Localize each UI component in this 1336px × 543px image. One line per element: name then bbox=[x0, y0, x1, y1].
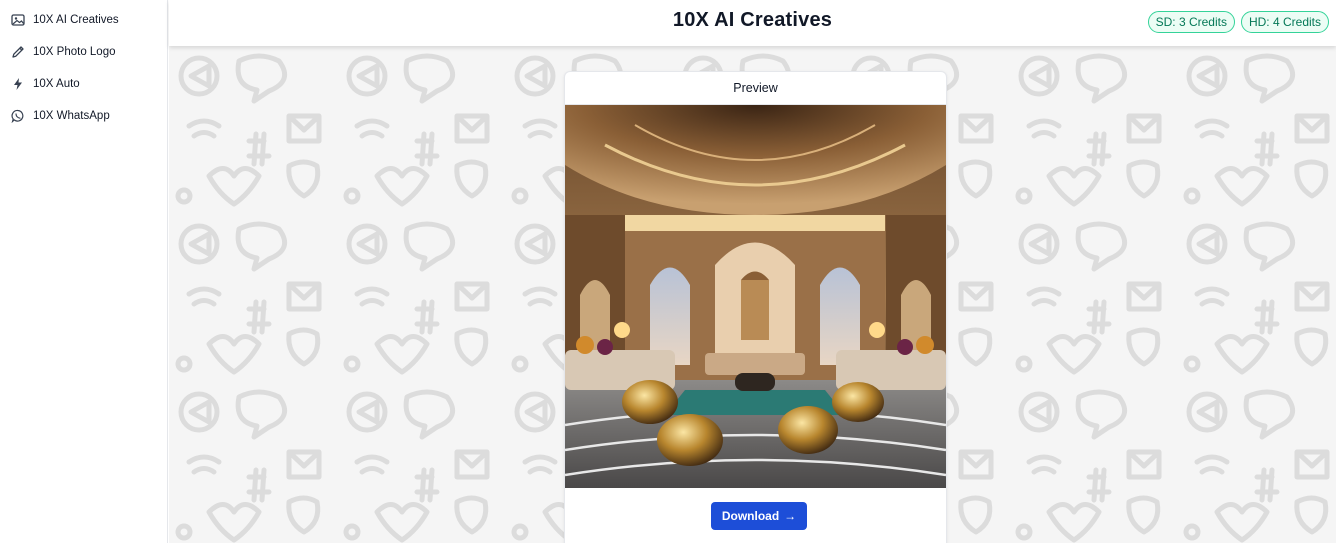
whatsapp-icon bbox=[11, 109, 25, 123]
sidebar-item-label: 10X AI Creatives bbox=[33, 14, 119, 26]
preview-card: Preview Download → bbox=[564, 71, 947, 543]
credit-badges: SD: 3 Credits HD: 4 Credits bbox=[1147, 11, 1329, 33]
sd-credits-badge[interactable]: SD: 3 Credits bbox=[1147, 11, 1235, 33]
sidebar-item-label: 10X WhatsApp bbox=[33, 110, 110, 122]
sidebar: 10X AI Creatives 10X Photo Logo 10X Auto… bbox=[0, 0, 168, 543]
sidebar-item-photo-logo[interactable]: 10X Photo Logo bbox=[0, 36, 167, 68]
arrow-right-icon: → bbox=[784, 509, 797, 523]
sidebar-item-ai-creatives[interactable]: 10X AI Creatives bbox=[0, 4, 167, 36]
download-button[interactable]: Download → bbox=[711, 502, 807, 530]
download-label: Download bbox=[721, 509, 780, 523]
sidebar-item-label: 10X Photo Logo bbox=[33, 46, 116, 58]
sidebar-item-label: 10X Auto bbox=[33, 78, 80, 90]
lightning-icon bbox=[11, 77, 25, 91]
preview-heading: Preview bbox=[565, 72, 946, 105]
top-header: 10X AI Creatives SD: 3 Credits HD: 4 Cre… bbox=[169, 0, 1336, 46]
sidebar-item-auto[interactable]: 10X Auto bbox=[0, 68, 167, 100]
hd-credits-badge[interactable]: HD: 4 Credits bbox=[1240, 11, 1329, 33]
sidebar-item-whatsapp[interactable]: 10X WhatsApp bbox=[0, 100, 167, 132]
generated-image[interactable] bbox=[565, 105, 946, 488]
image-icon bbox=[11, 13, 25, 27]
pencil-icon bbox=[11, 45, 25, 59]
main-content: Preview Download → bbox=[169, 46, 1336, 543]
